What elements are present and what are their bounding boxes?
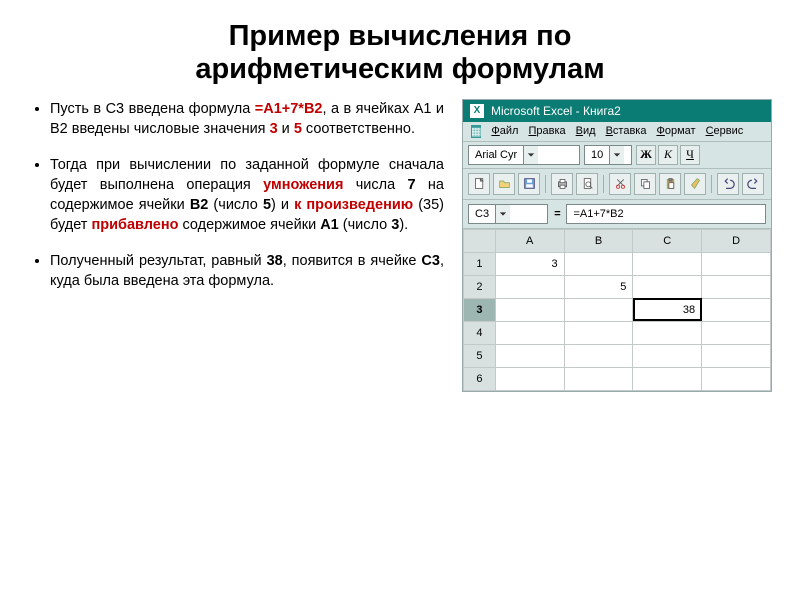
cell-B3[interactable]	[564, 298, 633, 321]
redo-icon[interactable]	[742, 173, 764, 195]
cell-A5[interactable]	[495, 344, 564, 367]
row-header-6[interactable]: 6	[464, 367, 496, 390]
font-size-combo[interactable]: 10	[584, 145, 632, 165]
chevron-down-icon[interactable]	[609, 146, 624, 164]
excel-title-bar: X Microsoft Excel - Книга2	[463, 100, 771, 122]
cell-D1[interactable]	[702, 252, 771, 275]
cell-B5[interactable]	[564, 344, 633, 367]
standard-toolbar	[463, 169, 771, 200]
equals-label: =	[554, 208, 560, 220]
name-box[interactable]: C3	[468, 204, 548, 224]
paste-icon[interactable]	[659, 173, 681, 195]
row-header-4[interactable]: 4	[464, 321, 496, 344]
excel-title-text: Microsoft Excel - Книга2	[491, 104, 621, 118]
workbook-icon: ▦	[471, 125, 481, 138]
font-name-combo[interactable]: Arial Cyr	[468, 145, 580, 165]
column-header-D[interactable]: D	[702, 229, 771, 252]
row-header-5[interactable]: 5	[464, 344, 496, 367]
undo-icon[interactable]	[717, 173, 739, 195]
cell-D6[interactable]	[702, 367, 771, 390]
bullet-2: Тогда при вычислении по заданной формуле…	[50, 155, 444, 235]
cell-C5[interactable]	[633, 344, 702, 367]
column-header-A[interactable]: A	[495, 229, 564, 252]
excel-app-icon: X	[469, 103, 485, 119]
row-header-3[interactable]: 3	[464, 298, 496, 321]
cell-A6[interactable]	[495, 367, 564, 390]
cell-B4[interactable]	[564, 321, 633, 344]
preview-icon[interactable]	[576, 173, 598, 195]
open-icon[interactable]	[493, 173, 515, 195]
cut-icon[interactable]	[609, 173, 631, 195]
print-icon[interactable]	[551, 173, 573, 195]
chevron-down-icon[interactable]	[523, 146, 538, 164]
column-header-C[interactable]: C	[633, 229, 702, 252]
cell-A3[interactable]	[495, 298, 564, 321]
select-all-corner[interactable]	[464, 229, 496, 252]
bullet-1: Пусть в C3 введена формула =A1+7*B2, а в…	[50, 99, 444, 139]
excel-window: X Microsoft Excel - Книга2 ▦ Файл Правка…	[462, 99, 772, 392]
new-icon[interactable]	[468, 173, 490, 195]
cell-B2[interactable]: 5	[564, 275, 633, 298]
menu-format[interactable]: Формат	[656, 125, 695, 138]
cell-C6[interactable]	[633, 367, 702, 390]
cell-D2[interactable]	[702, 275, 771, 298]
formula-bar: C3 = =A1+7*B2	[463, 200, 771, 229]
cell-D5[interactable]	[702, 344, 771, 367]
bold-button[interactable]: Ж	[636, 145, 656, 165]
chevron-down-icon[interactable]	[495, 205, 510, 223]
italic-button[interactable]: К	[658, 145, 678, 165]
underline-button[interactable]: Ч	[680, 145, 700, 165]
column-header-B[interactable]: B	[564, 229, 633, 252]
menu-insert[interactable]: Вставка	[606, 125, 647, 138]
cell-C2[interactable]	[633, 275, 702, 298]
menu-file[interactable]: Файл	[491, 125, 518, 138]
excel-menu-bar[interactable]: ▦ Файл Правка Вид Вставка Формат Сервис	[463, 122, 771, 142]
cell-C4[interactable]	[633, 321, 702, 344]
formula-input[interactable]: =A1+7*B2	[566, 204, 766, 224]
cell-A1[interactable]: 3	[495, 252, 564, 275]
cell-C3[interactable]: 38	[633, 298, 702, 321]
row-header-1[interactable]: 1	[464, 252, 496, 275]
cell-D4[interactable]	[702, 321, 771, 344]
menu-edit[interactable]: Правка	[528, 125, 565, 138]
format-painter-icon[interactable]	[684, 173, 706, 195]
copy-icon[interactable]	[634, 173, 656, 195]
menu-tools[interactable]: Сервис	[706, 125, 744, 138]
menu-view[interactable]: Вид	[576, 125, 596, 138]
bullet-column: Пусть в C3 введена формула =A1+7*B2, а в…	[28, 99, 444, 392]
row-header-2[interactable]: 2	[464, 275, 496, 298]
font-toolbar: Arial Cyr 10 Ж К Ч	[463, 142, 771, 169]
cell-A2[interactable]	[495, 275, 564, 298]
cell-B6[interactable]	[564, 367, 633, 390]
cell-C1[interactable]	[633, 252, 702, 275]
save-icon[interactable]	[518, 173, 540, 195]
cell-D3[interactable]	[702, 298, 771, 321]
cell-B1[interactable]	[564, 252, 633, 275]
bullet-3: Полученный результат, равный 38, появитс…	[50, 251, 444, 291]
slide-title: Пример вычисления поарифметическим форму…	[28, 20, 772, 87]
cells-grid[interactable]: ABCD1325338456	[463, 229, 771, 391]
cell-A4[interactable]	[495, 321, 564, 344]
